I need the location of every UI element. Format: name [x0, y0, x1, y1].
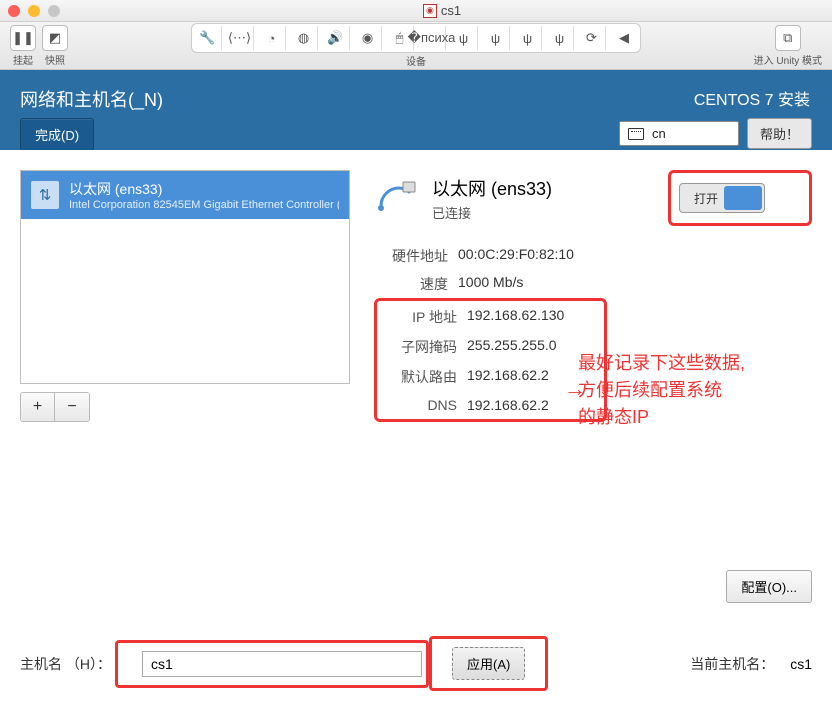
- window-title: ◉ cs1: [60, 3, 824, 18]
- usb-icon-2[interactable]: ψ: [450, 26, 478, 50]
- camera-icon[interactable]: ◉: [354, 26, 382, 50]
- remove-network-button[interactable]: −: [55, 393, 89, 421]
- mask-value: 255.255.255.0: [467, 337, 564, 357]
- suspend-button[interactable]: ❚❚ 挂起: [10, 25, 36, 67]
- pause-icon: ❚❚: [10, 25, 36, 51]
- product-title: CENTOS 7 安装: [619, 86, 810, 110]
- dns-label: DNS: [383, 397, 457, 413]
- usb-icon-5[interactable]: ψ: [546, 26, 574, 50]
- keyboard-lang-select[interactable]: cn: [619, 121, 739, 146]
- apply-button[interactable]: 应用(A): [452, 647, 525, 680]
- network-icon[interactable]: ⟨⋯⟩: [226, 26, 254, 50]
- ip-label: IP 地址: [383, 307, 457, 327]
- speed-label: 速度: [374, 274, 448, 294]
- close-window-icon[interactable]: [8, 5, 20, 17]
- section-title: 网络和主机名(_N): [20, 86, 619, 112]
- hostname-label: 主机名 （H）：: [20, 654, 111, 674]
- cd-icon[interactable]: ◍: [290, 26, 318, 50]
- installer-header: 网络和主机名(_N) 完成(D) CENTOS 7 安装 cn 帮助！: [0, 70, 832, 150]
- hw-label: 硬件地址: [374, 246, 448, 266]
- current-hostname-value: cs1: [790, 656, 812, 672]
- traffic-lights: [8, 5, 60, 17]
- ip-highlight-box: IP 地址 192.168.62.130 子网掩码 255.255.255.0 …: [374, 298, 607, 422]
- unity-icon: ⧉: [775, 25, 801, 51]
- mask-label: 子网掩码: [383, 337, 457, 357]
- disk-icon[interactable]: ◔: [258, 26, 286, 50]
- network-item-sub: Intel Corporation 82545EM Gigabit Ethern…: [69, 199, 339, 211]
- gw-label: 默认路由: [383, 367, 457, 387]
- usb-icon[interactable]: �психа: [418, 26, 446, 50]
- done-button[interactable]: 完成(D): [20, 118, 94, 151]
- snapshot-icon: ◩: [42, 25, 68, 51]
- hw-value: 00:0C:29:F0:82:10: [458, 246, 812, 266]
- device-icon-row: 🔧 ⟨⋯⟩ ◔ ◍ 🔊 ◉ 🖱 �психа ψ ψ ψ ψ ⟳ ◀: [191, 23, 641, 53]
- speed-value: 1000 Mb/s: [458, 274, 812, 294]
- fullscreen-window-icon[interactable]: [48, 5, 60, 17]
- apply-highlight: 应用(A): [429, 636, 548, 691]
- current-hostname-label: 当前主机名：: [690, 654, 774, 674]
- detail-title: 以太网 (ens33): [432, 175, 552, 201]
- ethernet-icon: ⇅: [31, 181, 59, 209]
- network-item-ens33[interactable]: ⇅ 以太网 (ens33) Intel Corporation 82545EM …: [21, 171, 349, 219]
- toggle-highlight: 打开: [668, 170, 812, 226]
- network-item-name: 以太网 (ens33): [69, 179, 339, 199]
- network-list-panel: ⇅ 以太网 (ens33) Intel Corporation 82545EM …: [20, 170, 350, 422]
- help-button[interactable]: 帮助！: [747, 118, 812, 149]
- chevron-left-icon[interactable]: ◀: [610, 26, 638, 50]
- minimize-window-icon[interactable]: [28, 5, 40, 17]
- snapshot-button[interactable]: ◩ 快照: [42, 25, 68, 67]
- wrench-icon[interactable]: 🔧: [194, 26, 222, 50]
- window-titlebar: ◉ cs1: [0, 0, 832, 22]
- network-toggle[interactable]: 打开: [679, 183, 765, 213]
- hostname-row: 主机名 （H）： 应用(A) 当前主机名： cs1: [0, 636, 832, 691]
- vm-toolbar: ❚❚ 挂起 ◩ 快照 🔧 ⟨⋯⟩ ◔ ◍ 🔊 ◉ 🖱 �психа ψ ψ ψ …: [0, 22, 832, 70]
- gw-value: 192.168.62.2: [467, 367, 564, 387]
- usb-icon-4[interactable]: ψ: [514, 26, 542, 50]
- network-list: ⇅ 以太网 (ens33) Intel Corporation 82545EM …: [20, 170, 350, 384]
- sound-icon[interactable]: 🔊: [322, 26, 350, 50]
- detail-status: 已连接: [432, 203, 552, 222]
- usb-icon-3[interactable]: ψ: [482, 26, 510, 50]
- add-network-button[interactable]: +: [21, 393, 55, 421]
- ip-value: 192.168.62.130: [467, 307, 564, 327]
- configure-button[interactable]: 配置(O)...: [726, 570, 812, 603]
- toggle-knob: [724, 186, 762, 210]
- hostname-input-highlight: [115, 640, 429, 688]
- annotation-text: 最好记录下这些数据, 方便后续配置系统 的静态IP: [578, 350, 745, 431]
- vm-badge-icon: ◉: [423, 4, 437, 18]
- sync-icon[interactable]: ⟳: [578, 26, 606, 50]
- keyboard-icon: [628, 128, 644, 140]
- unity-button[interactable]: ⧉ 进入 Unity 模式: [754, 25, 822, 67]
- dns-value: 192.168.62.2: [467, 397, 564, 413]
- hostname-input[interactable]: [142, 651, 422, 677]
- devices-label: 设备: [406, 53, 426, 68]
- ethernet-large-icon: [374, 175, 420, 221]
